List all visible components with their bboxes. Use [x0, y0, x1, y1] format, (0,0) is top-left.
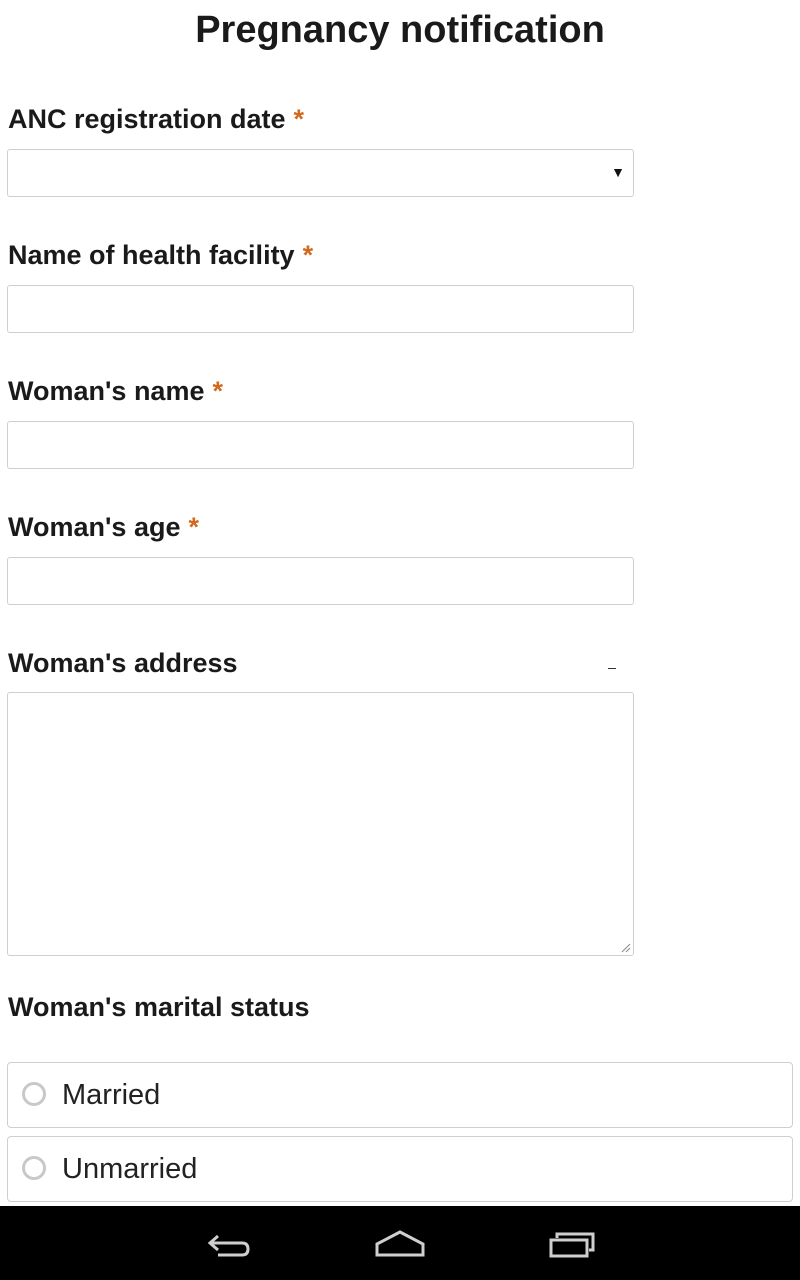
marital-status-label-text: Woman's marital status — [8, 992, 310, 1022]
radio-label-unmarried: Unmarried — [62, 1153, 198, 1185]
radio-label-married: Married — [62, 1079, 161, 1111]
divider-dash — [608, 668, 616, 669]
required-marker: * — [188, 512, 199, 542]
radio-option-unmarried[interactable]: Unmarried — [7, 1136, 793, 1202]
woman-age-label-text: Woman's age — [8, 512, 181, 542]
woman-age-input[interactable] — [7, 557, 634, 605]
woman-name-label-text: Woman's name — [8, 376, 205, 406]
back-icon[interactable] — [200, 1224, 260, 1264]
page-title: Pregnancy notification — [195, 9, 605, 51]
resize-handle-icon[interactable] — [621, 943, 631, 953]
woman-name-input[interactable] — [7, 421, 634, 469]
required-marker: * — [212, 376, 223, 406]
woman-address-label-text: Woman's address — [8, 648, 238, 678]
woman-address-label: Woman's address — [8, 646, 238, 680]
home-icon[interactable] — [370, 1224, 430, 1264]
marital-status-label: Woman's marital status — [8, 990, 310, 1024]
anc-registration-date-select[interactable]: ▼ — [7, 149, 634, 197]
recent-apps-icon[interactable] — [542, 1224, 602, 1264]
radio-button-icon[interactable] — [22, 1082, 46, 1106]
woman-name-label: Woman's name * — [8, 374, 223, 408]
required-marker: * — [293, 104, 305, 134]
radio-option-married[interactable]: Married — [7, 1062, 793, 1128]
woman-address-textarea[interactable] — [7, 692, 634, 956]
health-facility-label: Name of health facility * — [8, 238, 313, 272]
radio-button-icon[interactable] — [22, 1156, 46, 1180]
health-facility-label-text: Name of health facility — [8, 240, 295, 270]
anc-registration-date-label-text: ANC registration date — [8, 104, 286, 134]
system-navigation-bar — [0, 1206, 800, 1280]
caret-down-icon: ▼ — [611, 164, 625, 180]
required-marker: * — [302, 240, 314, 270]
anc-registration-date-label: ANC registration date * — [8, 102, 304, 136]
pregnancy-notification-form: Pregnancy notification ANC registration … — [0, 0, 800, 1280]
woman-age-label: Woman's age * — [8, 510, 199, 544]
health-facility-input[interactable] — [7, 285, 634, 333]
